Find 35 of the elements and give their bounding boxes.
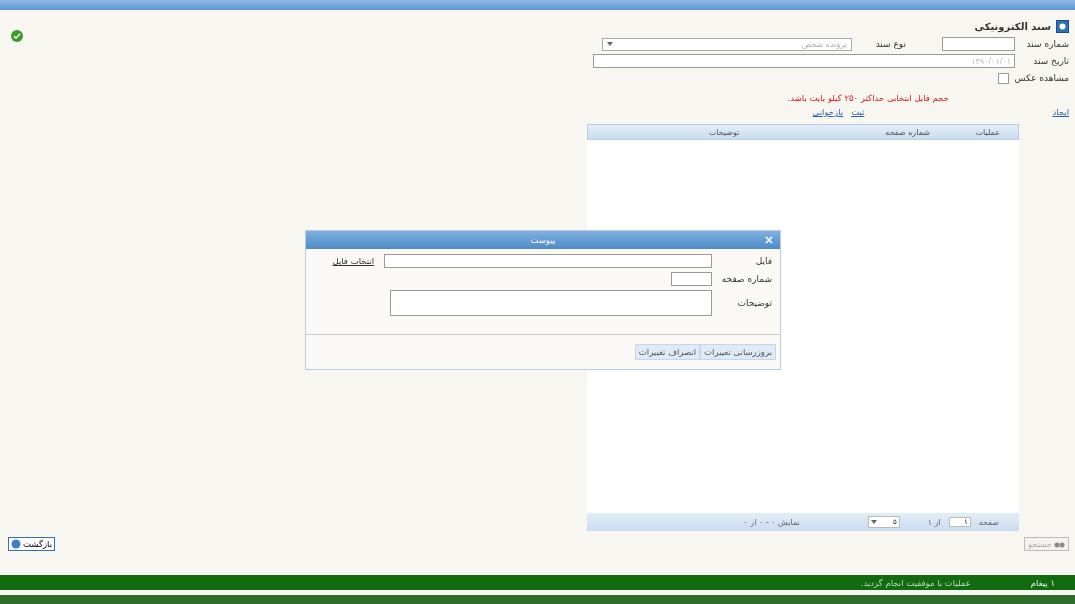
page-count: از ۱ (927, 517, 941, 527)
column-header[interactable]: عملیات (930, 127, 1018, 137)
pager-summary: نمایش ۰ - ۰ از ۰ (743, 517, 800, 527)
choose-file-link[interactable]: انتخاب فایل (332, 256, 374, 266)
checkbox[interactable] (997, 72, 1009, 84)
field-label: توضیحات (736, 298, 772, 308)
page-number-field[interactable] (671, 272, 712, 286)
field-label: فایل (754, 256, 772, 266)
action-link[interactable]: ثبت (851, 107, 865, 120)
dialog-title: پیوست (530, 235, 556, 245)
action-link[interactable]: بازخوانی (812, 107, 844, 120)
document-icon (1056, 19, 1069, 33)
status-message: عملیات با موفقیت انجام گردید. (860, 577, 971, 588)
back-button[interactable]: بازگشت (8, 537, 56, 551)
page-title: سند الکترونیکی (974, 20, 1051, 32)
description-field[interactable] (390, 290, 712, 316)
globe-icon (11, 539, 21, 549)
document-number-field[interactable] (942, 37, 1015, 51)
message-count: ۱ پیغام (1030, 577, 1055, 588)
field-label: شماره سند (1025, 39, 1069, 49)
column-header[interactable]: شماره صفحه (860, 127, 930, 137)
action-link[interactable]: ایجاد (1052, 107, 1069, 120)
page-label: صفحه (978, 517, 999, 527)
field-label: نوع سند (874, 39, 906, 49)
close-button[interactable] (764, 235, 774, 245)
field-label: تاریخ سند (1032, 56, 1069, 66)
date-field[interactable]: ۱۳۹۰/۰۱/۰۱ (593, 54, 1015, 68)
check-icon (11, 30, 23, 42)
dialog-button[interactable]: بروزرسانی تغییرات (700, 344, 776, 360)
checkbox-label: مشاهده عکس (1014, 73, 1069, 83)
warning-text: حجم فایل انتخابی حداکثر ۲۵۰ کیلو بایت باشد. (786, 93, 949, 103)
field-label: شماره صفحه (720, 274, 772, 284)
column-header[interactable]: توضیحات (588, 127, 860, 137)
dialog-button[interactable]: انصراف تغییرات (634, 344, 701, 360)
file-field[interactable] (384, 254, 712, 268)
